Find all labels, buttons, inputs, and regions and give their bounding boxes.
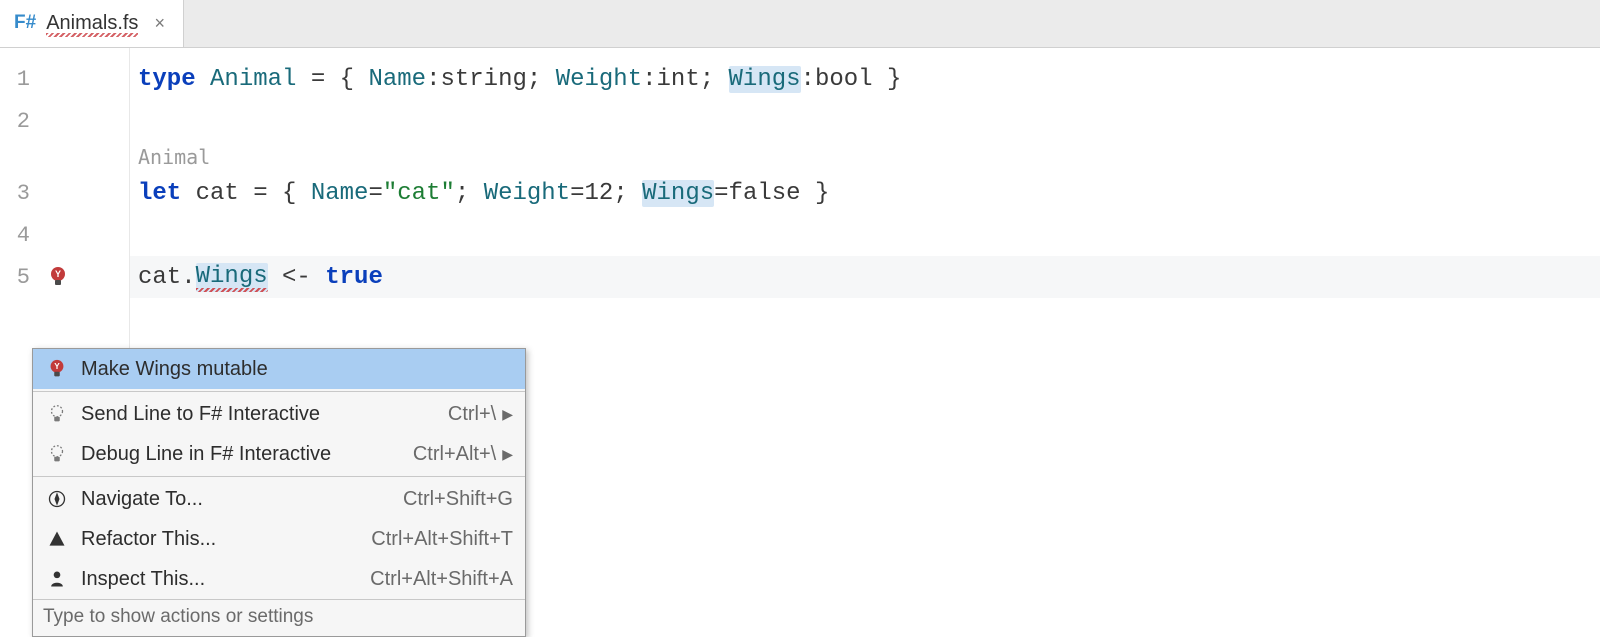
text: =12; — [570, 180, 642, 207]
code-line[interactable]: let cat = { Name="cat"; Weight=12; Wings… — [130, 172, 1600, 214]
code-line[interactable] — [130, 100, 1600, 142]
popup-shortcut: Ctrl+Alt+Shift+A — [370, 568, 513, 591]
popup-item-label: Send Line to F# Interactive — [81, 403, 436, 426]
file-tab[interactable]: F# Animals.fs × — [0, 0, 184, 47]
field-name-highlighted: Wings — [642, 180, 714, 207]
popup-item-refactor-this[interactable]: Refactor This... Ctrl+Alt+Shift+T — [33, 519, 525, 559]
field-name-highlighted: Wings — [729, 66, 801, 93]
lightbulb-outline-icon — [45, 443, 69, 465]
quickfix-popup: Y Make Wings mutable Send Line to F# Int… — [32, 348, 526, 637]
code-line-current[interactable]: cat.Wings <- true — [130, 256, 1600, 298]
submenu-arrow-icon: ▶ — [502, 446, 513, 463]
editor: 1 2 3 4 5 Y type Animal = { Name:string;… — [0, 48, 1600, 637]
close-tab-icon[interactable]: × — [154, 13, 165, 34]
text: cat. — [138, 264, 196, 291]
code-line[interactable]: type Animal = { Name:string; Weight:int;… — [130, 58, 1600, 100]
inspect-icon — [45, 569, 69, 589]
keyword: type — [138, 66, 196, 93]
popup-item-inspect-this[interactable]: Inspect This... Ctrl+Alt+Shift+A — [33, 559, 525, 599]
popup-item-label: Make Wings mutable — [81, 358, 513, 381]
popup-shortcut: Ctrl+\▶ — [448, 403, 513, 426]
keyword: true — [325, 264, 383, 291]
popup-item-label: Refactor This... — [81, 528, 359, 551]
refactor-icon — [45, 529, 69, 549]
text: = — [368, 180, 382, 207]
keyword: let — [138, 180, 181, 207]
line-number: 5 — [10, 265, 30, 290]
field-name: Name — [311, 180, 369, 207]
divider — [33, 476, 525, 477]
text: <- — [268, 264, 326, 291]
svg-text:Y: Y — [55, 269, 61, 279]
popup-item-label: Debug Line in F# Interactive — [81, 443, 401, 466]
string-literal: "cat" — [383, 180, 455, 207]
field-name: Name — [368, 66, 426, 93]
inlay-hint-row: Animal — [130, 142, 1600, 172]
divider — [33, 391, 525, 392]
popup-item-navigate-to[interactable]: Navigate To... Ctrl+Shift+G — [33, 479, 525, 519]
text: :int; — [642, 66, 728, 93]
text: = { — [296, 66, 368, 93]
popup-shortcut: Ctrl+Alt+\▶ — [413, 443, 513, 466]
popup-item-make-mutable[interactable]: Y Make Wings mutable — [33, 349, 525, 389]
error-identifier: Wings — [196, 263, 268, 292]
quickfix-bulb-icon[interactable]: Y — [46, 265, 70, 289]
tab-bar: F# Animals.fs × — [0, 0, 1600, 48]
submenu-arrow-icon: ▶ — [502, 406, 513, 423]
line-number: 3 — [10, 181, 30, 206]
fsharp-badge-icon: F# — [14, 12, 36, 34]
line-number: 1 — [10, 67, 30, 92]
field-name: Weight — [484, 180, 570, 207]
popup-item-send-line[interactable]: Send Line to F# Interactive Ctrl+\▶ — [33, 394, 525, 434]
text: cat = { — [181, 180, 311, 207]
text: ; — [455, 180, 484, 207]
popup-shortcut: Ctrl+Shift+G — [403, 488, 513, 511]
compass-icon — [45, 489, 69, 509]
line-number: 4 — [10, 223, 30, 248]
type-name: Animal — [210, 66, 296, 93]
svg-text:Y: Y — [54, 362, 60, 371]
popup-item-debug-line[interactable]: Debug Line in F# Interactive Ctrl+Alt+\▶ — [33, 434, 525, 474]
inlay-hint: Animal — [138, 145, 210, 169]
code-line[interactable] — [130, 214, 1600, 256]
line-number: 2 — [10, 109, 30, 134]
lightbulb-outline-icon — [45, 403, 69, 425]
tab-filename: Animals.fs — [46, 12, 138, 35]
field-name: Weight — [556, 66, 642, 93]
popup-item-label: Inspect This... — [81, 568, 358, 591]
popup-shortcut: Ctrl+Alt+Shift+T — [371, 528, 513, 551]
popup-item-label: Navigate To... — [81, 488, 391, 511]
text: :string; — [426, 66, 556, 93]
text: =false } — [714, 180, 829, 207]
quickfix-bulb-icon: Y — [45, 358, 69, 380]
popup-footer-hint: Type to show actions or settings — [33, 599, 525, 636]
text: :bool } — [801, 66, 902, 93]
